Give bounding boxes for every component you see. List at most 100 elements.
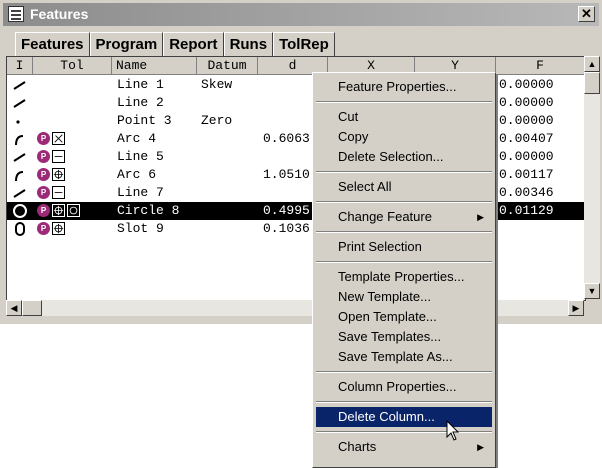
horizontal-scroll-thumb[interactable] xyxy=(22,300,42,316)
menu-item-label: Template Properties... xyxy=(338,269,465,284)
feature-type-cell xyxy=(12,149,28,167)
f-cell: 0.00000 xyxy=(499,113,554,128)
menu-item-label: Copy xyxy=(338,129,369,144)
name-cell: Point 3 xyxy=(117,113,172,128)
menu-item-new-template[interactable]: New Template... xyxy=(316,287,492,307)
menu-item-save-templates[interactable]: Save Templates... xyxy=(316,327,492,347)
tolerance-cell: P xyxy=(37,131,65,149)
table-row[interactable]: Point 3 Zero 0.00000 xyxy=(7,112,585,130)
circularity-icon xyxy=(67,204,80,218)
title-bar[interactable]: Features ✕ xyxy=(3,3,599,26)
tolerance-cell: P xyxy=(37,149,65,167)
tab-report[interactable]: Report xyxy=(163,32,224,56)
tolerance-cell: P xyxy=(37,221,65,239)
menu-item-label: Save Template As... xyxy=(338,349,453,364)
projected-badge-icon: P xyxy=(37,132,50,146)
menu-item-label: Column Properties... xyxy=(338,379,457,394)
menu-item-label: Feature Properties... xyxy=(338,79,457,94)
f-cell: 0.00407 xyxy=(499,131,554,146)
submenu-arrow-icon: ▶ xyxy=(477,442,484,452)
menu-item-label: Delete Column... xyxy=(338,409,435,424)
close-button[interactable]: ✕ xyxy=(578,6,595,22)
feature-type-cell xyxy=(12,185,28,203)
projected-badge-icon: P xyxy=(37,150,50,164)
tolerance-cell: P xyxy=(37,167,65,185)
menu-item-charts[interactable]: Charts ▶ xyxy=(316,437,492,457)
table-row[interactable]: P Line 7 0.00346 xyxy=(7,184,585,202)
table-row[interactable]: P Circle 8 0.4995 0.01129 xyxy=(7,202,585,220)
menu-separator xyxy=(316,231,492,233)
vertical-scrollbar[interactable]: ▲ ▼ xyxy=(584,56,600,299)
menu-item-cut[interactable]: Cut xyxy=(316,107,492,127)
menu-item-column-properties[interactable]: Column Properties... xyxy=(316,377,492,397)
tab-tolrep[interactable]: TolRep xyxy=(273,32,335,56)
menu-item-label: Open Template... xyxy=(338,309,437,324)
feature-type-cell xyxy=(12,113,28,131)
d-cell: 0.1036 xyxy=(263,221,310,236)
window-title: Features xyxy=(30,6,89,22)
menu-item-change-feature[interactable]: Change Feature ▶ xyxy=(316,207,492,227)
menu-item-label: Save Templates... xyxy=(338,329,442,344)
column-header-f[interactable]: F xyxy=(496,57,585,75)
straightness-icon xyxy=(52,186,65,200)
menu-separator xyxy=(316,171,492,173)
projected-badge-icon: P xyxy=(37,168,50,182)
projected-badge-icon: P xyxy=(37,186,50,200)
column-header-i[interactable]: I xyxy=(7,57,33,75)
feature-type-cell xyxy=(12,77,28,95)
datum-cell: Zero xyxy=(201,113,233,128)
scroll-right-icon[interactable]: ▶ xyxy=(568,300,584,316)
column-header-name[interactable]: Name xyxy=(112,57,197,75)
tolerance-cell: P xyxy=(37,185,65,203)
menu-item-open-template[interactable]: Open Template... xyxy=(316,307,492,327)
tab-runs[interactable]: Runs xyxy=(223,32,274,56)
menu-item-label: Print Selection xyxy=(338,239,422,254)
tab-features[interactable]: Features xyxy=(15,32,90,56)
table-row[interactable]: P Slot 9 0.1036 xyxy=(7,220,585,238)
scroll-up-icon[interactable]: ▲ xyxy=(584,56,600,72)
menu-item-delete-selection[interactable]: Delete Selection... xyxy=(316,147,492,167)
menu-item-copy[interactable]: Copy xyxy=(316,127,492,147)
scroll-down-icon[interactable]: ▼ xyxy=(584,283,600,299)
feature-type-cell xyxy=(12,203,28,221)
menu-item-feature-properties[interactable]: Feature Properties... xyxy=(316,77,492,97)
column-header-tol[interactable]: Tol xyxy=(33,57,112,75)
menu-item-print-selection[interactable]: Print Selection xyxy=(316,237,492,257)
window-icon xyxy=(8,6,24,22)
menu-item-label: Delete Selection... xyxy=(338,149,444,164)
horizontal-scrollbar[interactable]: ◀ ▶ xyxy=(6,300,584,316)
tab-program[interactable]: Program xyxy=(89,32,164,56)
menu-separator xyxy=(316,431,492,433)
feature-type-cell xyxy=(12,167,28,185)
submenu-arrow-icon: ▶ xyxy=(477,212,484,222)
position-icon xyxy=(52,222,65,236)
table-row[interactable]: P Line 5 0.00000 xyxy=(7,148,585,166)
features-window: Features ✕ Features Program Report Runs … xyxy=(0,0,602,324)
feature-type-cell xyxy=(12,95,28,113)
menu-item-template-properties[interactable]: Template Properties... xyxy=(316,267,492,287)
menu-separator xyxy=(316,371,492,373)
arc-icon xyxy=(15,171,24,182)
table-row[interactable]: Line 2 0.00000 xyxy=(7,94,585,112)
table-row[interactable]: P Arc 4 0.6063 0.00407 xyxy=(7,130,585,148)
vertical-scroll-thumb[interactable] xyxy=(584,72,600,94)
d-cell: 0.4995 xyxy=(263,203,310,218)
menu-item-label: Charts xyxy=(338,439,377,454)
table-row[interactable]: Line 1 Skew 0.00000 xyxy=(7,76,585,94)
scroll-left-icon[interactable]: ◀ xyxy=(6,300,22,316)
menu-item-select-all[interactable]: Select All xyxy=(316,177,492,197)
column-header-datum[interactable]: Datum xyxy=(197,57,258,75)
menu-separator xyxy=(316,261,492,263)
menu-item-label: New Template... xyxy=(338,289,431,304)
d-cell: 1.0510 xyxy=(263,167,310,182)
table-row[interactable]: P Arc 6 1.0510 0.00117 xyxy=(7,166,585,184)
line-icon xyxy=(13,189,26,198)
menu-item-save-template-as[interactable]: Save Template As... xyxy=(316,347,492,367)
f-cell: 0.00000 xyxy=(499,149,554,164)
arc-icon xyxy=(15,135,24,146)
f-cell: 0.00346 xyxy=(499,185,554,200)
projected-badge-icon: P xyxy=(37,204,50,218)
tab-bar: Features Program Report Runs TolRep xyxy=(15,32,335,56)
mouse-cursor-icon xyxy=(446,420,460,441)
menu-item-delete-column[interactable]: Delete Column... xyxy=(316,407,492,427)
